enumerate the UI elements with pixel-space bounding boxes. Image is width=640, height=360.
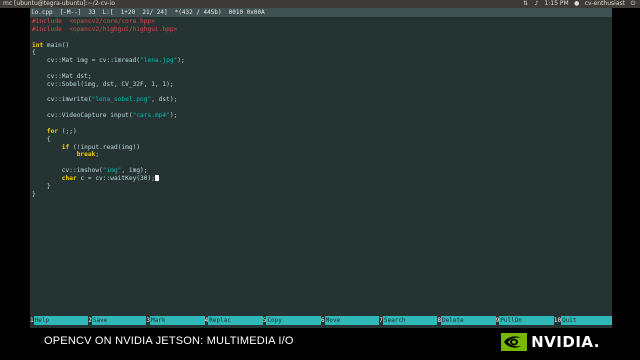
code-line-open-brace: {	[32, 49, 36, 57]
waitkey-statement: c = cv::waitKey(30);	[76, 174, 155, 182]
videocapture-suffix: );	[169, 112, 178, 120]
string-cars-mp4: "cars.mp4"	[132, 112, 170, 120]
status-mode: [-M--]	[59, 9, 82, 16]
fkey-save[interactable]: 2 Save	[88, 316, 147, 325]
main-signature: main()	[43, 41, 70, 49]
video-caption-bar: OPENCV ON NVIDIA JETSON: MULTIMEDIA I/O …	[0, 328, 640, 360]
window-title-bar: mc [ubuntu@tegra-ubuntu]:~/2-cv-io ⇅ ♪ 1…	[0, 0, 640, 8]
network-icon[interactable]: ⇅	[523, 1, 529, 7]
if-condition: (!input.read(img))	[69, 143, 141, 151]
fkey-number: 10	[553, 317, 562, 324]
string-lena-sobel: "lena_sobel.png"	[91, 96, 152, 104]
keyword-char: char	[32, 174, 77, 182]
code-line-close-brace: }	[32, 190, 36, 198]
fkey-quit[interactable]: 10 Quit	[553, 316, 613, 325]
code-line-mat-dst: cv::Mat dst;	[32, 72, 92, 80]
power-icon[interactable]: ⏻	[630, 1, 636, 7]
fkey-help[interactable]: 1 Help	[30, 316, 89, 325]
imshow-prefix: cv::imshow(	[32, 167, 103, 175]
fkey-replace[interactable]: 4 Replac	[205, 316, 263, 325]
imread-prefix: cv::Mat img = cv::imread(	[32, 57, 141, 65]
fkey-search[interactable]: 7 Search	[379, 316, 438, 325]
text-cursor	[154, 174, 159, 181]
fkey-move[interactable]: 6 Move	[321, 316, 380, 325]
code-line-include-core: #include <opencv2/core/core.hpp>	[32, 18, 155, 25]
nvidia-logo: NVIDIA.	[501, 333, 600, 351]
nvidia-eye-icon	[501, 333, 528, 351]
for-condition: (;;)	[58, 127, 77, 135]
code-line-inner-open: {	[32, 135, 51, 143]
code-line-sobel: cv::Sobel(img, dst, CV_32F, 1, 1);	[32, 80, 174, 88]
fkey-label: Help	[33, 316, 89, 325]
function-key-bar: 1 Help 2 Save 3 Mark 4 Replac 5 Copy 6 Move 7S…	[30, 316, 613, 325]
fkey-label: Delete	[441, 316, 496, 325]
code-line-videocapture: cv::VideoCapture input("cars.mp4");	[32, 112, 610, 120]
string-img: "img"	[102, 167, 122, 175]
fkey-pulldown[interactable]: 9 PullDn	[496, 316, 554, 325]
user-icon[interactable]: ●	[574, 1, 580, 7]
code-line-main: int main()	[32, 42, 610, 50]
status-code: 0010 0x00A	[228, 9, 265, 16]
status-column: 33	[88, 9, 96, 16]
code-line-waitkey: char c = cv::waitKey(30);	[32, 174, 610, 183]
code-line-imread: cv::Mat img = cv::imread("lena.jpg");	[32, 57, 610, 65]
tray-time[interactable]: 1:15 PM	[545, 0, 569, 8]
fkey-label: Copy	[266, 316, 322, 325]
imwrite-suffix: , dst);	[151, 96, 178, 104]
fkey-label: Save	[91, 316, 147, 325]
code-line-for: for (;;)	[32, 128, 610, 136]
keyword-int: int	[32, 41, 44, 49]
fkey-label: Search	[382, 316, 438, 325]
imshow-suffix: , img);	[121, 167, 148, 175]
string-lena-jpg: "lena.jpg"	[140, 57, 178, 65]
code-line-inner-close: }	[32, 182, 51, 190]
code-line-if: if (!input.read(img))	[32, 144, 610, 152]
videocapture-prefix: cv::VideoCapture input(	[32, 112, 133, 120]
nvidia-wordmark: NVIDIA.	[531, 333, 600, 351]
fkey-delete[interactable]: 8 Delete	[437, 316, 496, 325]
code-editor[interactable]: #include <opencv2/core/core.hpp> #includ…	[32, 18, 610, 198]
status-filename: io.cpp	[31, 9, 53, 16]
fkey-label: Replac	[208, 316, 263, 325]
code-line-imwrite: cv::imwrite("lena_sobel.png", dst);	[32, 96, 610, 104]
status-lines: L:[ 1+20 21/ 24]	[102, 9, 168, 16]
fkey-mark[interactable]: 3 Mark	[146, 316, 205, 325]
keyword-if: if	[32, 143, 70, 151]
imread-suffix: );	[177, 57, 185, 65]
break-semicolon: ;	[95, 151, 100, 159]
fkey-label: PullDn	[499, 316, 554, 325]
terminal-window[interactable]: io.cpp [-M--] 33 L:[ 1+20 21/ 24] *(432 / 44…	[30, 8, 613, 328]
volume-icon[interactable]: ♪	[534, 1, 540, 7]
keyword-break: break	[32, 151, 96, 159]
status-chars: *(432 / 445b)	[174, 9, 222, 16]
caption-title: OPENCV ON NVIDIA JETSON: MULTIMEDIA I/O	[44, 335, 294, 347]
code-line-include-highgui: #include <opencv2/highgui/highgui.hpp>	[32, 25, 178, 33]
window-title: mc [ubuntu@tegra-ubuntu]:~/2-cv-io	[3, 0, 115, 7]
editor-status-line: io.cpp [-M--] 33 L:[ 1+20 21/ 24] *(432 / 44…	[30, 8, 612, 17]
tray-user[interactable]: cv-enthusiast	[585, 0, 625, 8]
code-line-imshow: cv::imshow("img", img);	[32, 167, 610, 175]
fkey-label: Quit	[561, 316, 613, 325]
code-line-break: break;	[32, 151, 610, 159]
fkey-label: Move	[324, 316, 380, 325]
fkey-copy[interactable]: 5 Copy	[263, 316, 322, 325]
system-tray: ⇅ ♪ 1:15 PM ● cv-enthusiast ⏻	[523, 0, 636, 8]
keyword-for: for	[32, 127, 59, 135]
imwrite-prefix: cv::imwrite(	[32, 96, 92, 104]
fkey-label: Mark	[150, 316, 205, 325]
